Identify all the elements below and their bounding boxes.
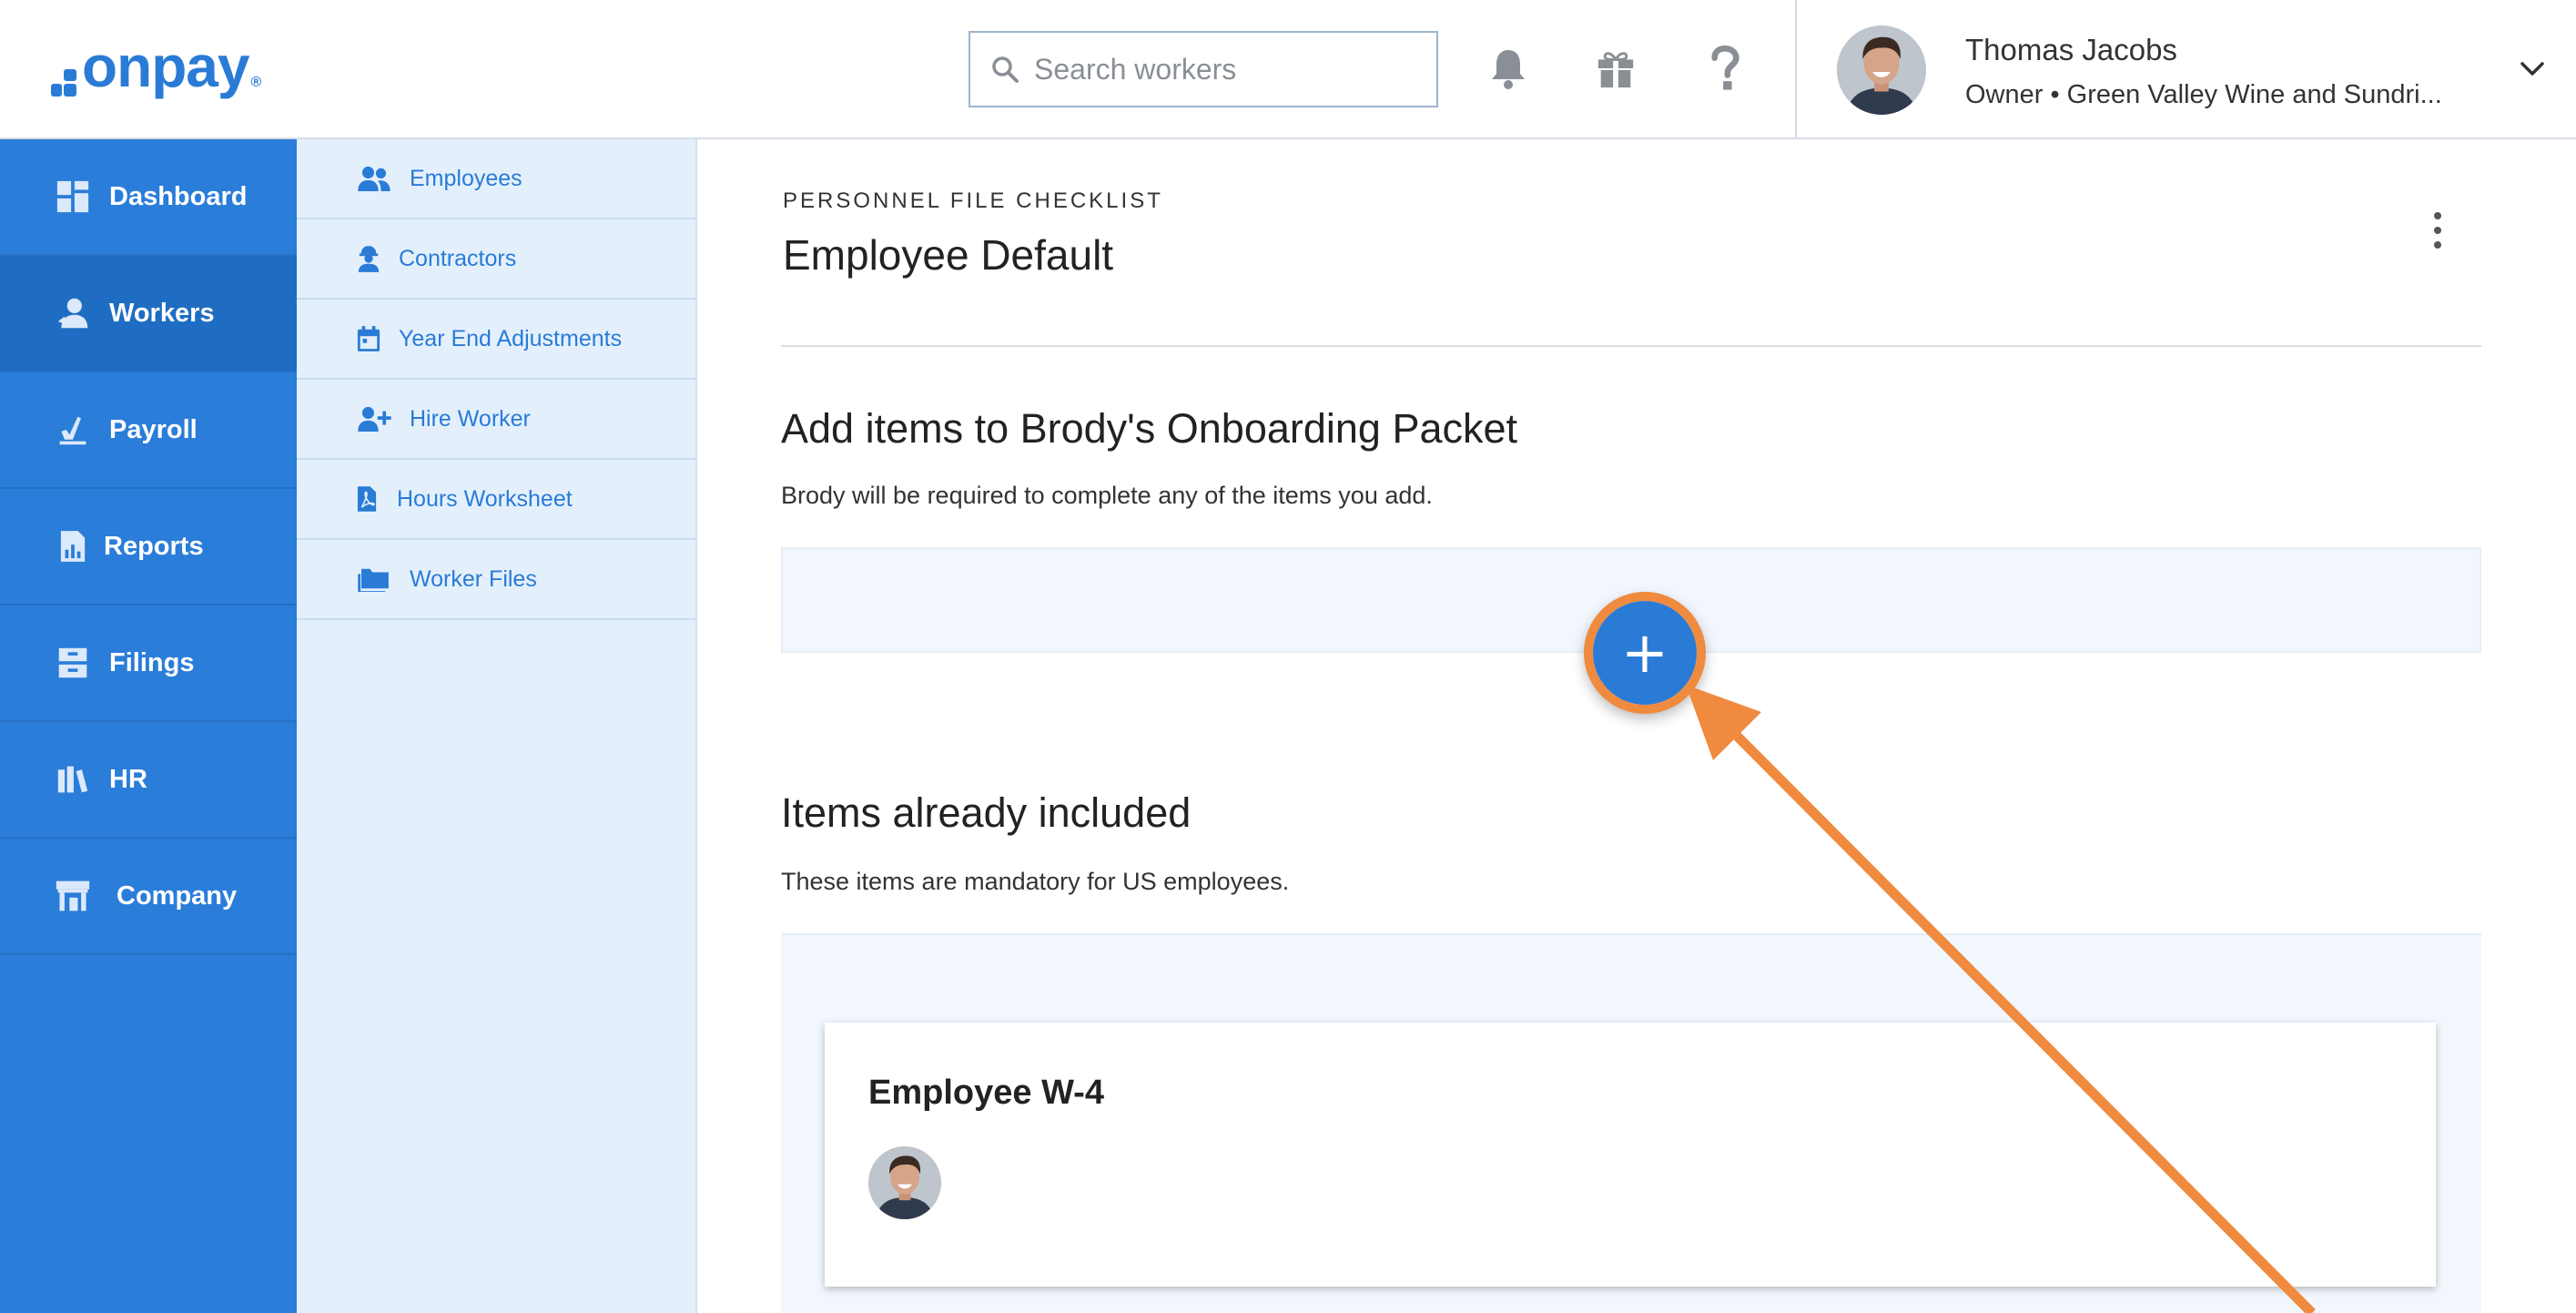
checklist-item-title: Employee W-4 bbox=[868, 1074, 1104, 1112]
included-items-description: These items are mandatory for US employe… bbox=[781, 868, 1290, 895]
page-title: Employee Default bbox=[783, 231, 1114, 279]
sidebar-item-filings[interactable]: Filings bbox=[0, 606, 297, 722]
more-options-icon[interactable] bbox=[2429, 212, 2447, 249]
subnav-item-label: Hire Worker bbox=[410, 405, 531, 432]
bell-icon[interactable] bbox=[1484, 42, 1533, 95]
logo-mark-icon bbox=[51, 64, 78, 100]
user-name: Thomas Jacobs bbox=[1965, 33, 2177, 66]
add-items-description: Brody will be required to complete any o… bbox=[781, 482, 1433, 509]
company-icon bbox=[55, 878, 91, 914]
help-icon[interactable] bbox=[1700, 42, 1749, 95]
main-content: PERSONNEL FILE CHECKLIST Employee Defaul… bbox=[697, 139, 2576, 1313]
search-input[interactable] bbox=[1034, 52, 1416, 87]
subnav-item-label: Employees bbox=[410, 165, 522, 191]
primary-sidebar: Dashboard Workers Payroll Reports Filing… bbox=[0, 139, 297, 1313]
user-account-menu[interactable]: Thomas Jacobs Owner • Green Valley Wine … bbox=[1795, 0, 2576, 139]
workers-subnav: Employees Contractors Year End Adjustmen… bbox=[297, 139, 697, 1313]
subnav-item-employees[interactable]: Employees bbox=[297, 139, 695, 219]
search-icon bbox=[992, 56, 1019, 83]
employees-icon bbox=[357, 162, 393, 195]
title-divider bbox=[781, 345, 2481, 347]
sidebar-item-label: Reports bbox=[104, 531, 204, 561]
page-eyebrow: PERSONNEL FILE CHECKLIST bbox=[783, 188, 1163, 213]
folder-icon bbox=[357, 563, 393, 595]
sidebar-item-label: Workers bbox=[109, 298, 215, 328]
filings-icon bbox=[55, 645, 91, 681]
sidebar-item-reports[interactable]: Reports bbox=[0, 489, 297, 606]
add-user-icon bbox=[357, 402, 393, 435]
gift-icon[interactable] bbox=[1591, 42, 1640, 95]
sidebar-item-label: HR bbox=[109, 764, 147, 794]
top-header: onpay ® Search workers Thomas Jacobs Own… bbox=[0, 0, 2576, 139]
avatar bbox=[868, 1146, 941, 1219]
user-role: Owner • Green Valley Wine and Sundri... bbox=[1965, 80, 2442, 109]
calendar-icon bbox=[357, 322, 384, 355]
contractors-icon bbox=[357, 242, 384, 275]
chevron-down-icon[interactable] bbox=[2516, 53, 2549, 86]
sidebar-item-hr[interactable]: HR bbox=[0, 722, 297, 839]
subnav-item-label: Year End Adjustments bbox=[399, 325, 623, 351]
checklist-item-card[interactable]: Employee W-4 bbox=[825, 1023, 2436, 1287]
sidebar-item-label: Payroll bbox=[109, 414, 198, 444]
sidebar-item-dashboard[interactable]: Dashboard bbox=[0, 139, 297, 256]
reports-icon bbox=[55, 528, 91, 565]
search-box bbox=[969, 31, 1438, 107]
subnav-item-contractors[interactable]: Contractors bbox=[297, 219, 695, 300]
subnav-item-label: Hours Worksheet bbox=[397, 485, 573, 512]
sidebar-item-workers[interactable]: Workers bbox=[0, 256, 297, 372]
logo-registered-mark: ® bbox=[250, 75, 261, 90]
logo-text: onpay bbox=[82, 34, 249, 99]
subnav-item-label: Worker Files bbox=[410, 565, 537, 592]
sidebar-item-payroll[interactable]: Payroll bbox=[0, 372, 297, 489]
subnav-item-worker-files[interactable]: Worker Files bbox=[297, 540, 695, 620]
subnav-item-hire-worker[interactable]: Hire Worker bbox=[297, 380, 695, 460]
add-items-title: Add items to Brody's Onboarding Packet bbox=[781, 405, 1518, 452]
sidebar-item-label: Company bbox=[117, 880, 238, 911]
subnav-item-label: Contractors bbox=[399, 245, 517, 271]
workers-icon bbox=[55, 295, 91, 331]
add-item-button[interactable]: + bbox=[1593, 601, 1697, 705]
included-items-title: Items already included bbox=[781, 789, 1192, 836]
avatar bbox=[1837, 25, 1926, 115]
hr-icon bbox=[55, 761, 91, 798]
subnav-item-year-end-adjustments[interactable]: Year End Adjustments bbox=[297, 300, 695, 380]
sidebar-item-company[interactable]: Company bbox=[0, 839, 297, 955]
pdf-icon bbox=[357, 483, 382, 515]
sidebar-item-label: Filings bbox=[109, 647, 195, 677]
subnav-item-hours-worksheet[interactable]: Hours Worksheet bbox=[297, 460, 695, 540]
onpay-logo[interactable]: onpay ® bbox=[51, 34, 261, 100]
sidebar-item-label: Dashboard bbox=[109, 181, 248, 211]
dashboard-icon bbox=[55, 178, 91, 215]
payroll-icon bbox=[55, 412, 91, 448]
